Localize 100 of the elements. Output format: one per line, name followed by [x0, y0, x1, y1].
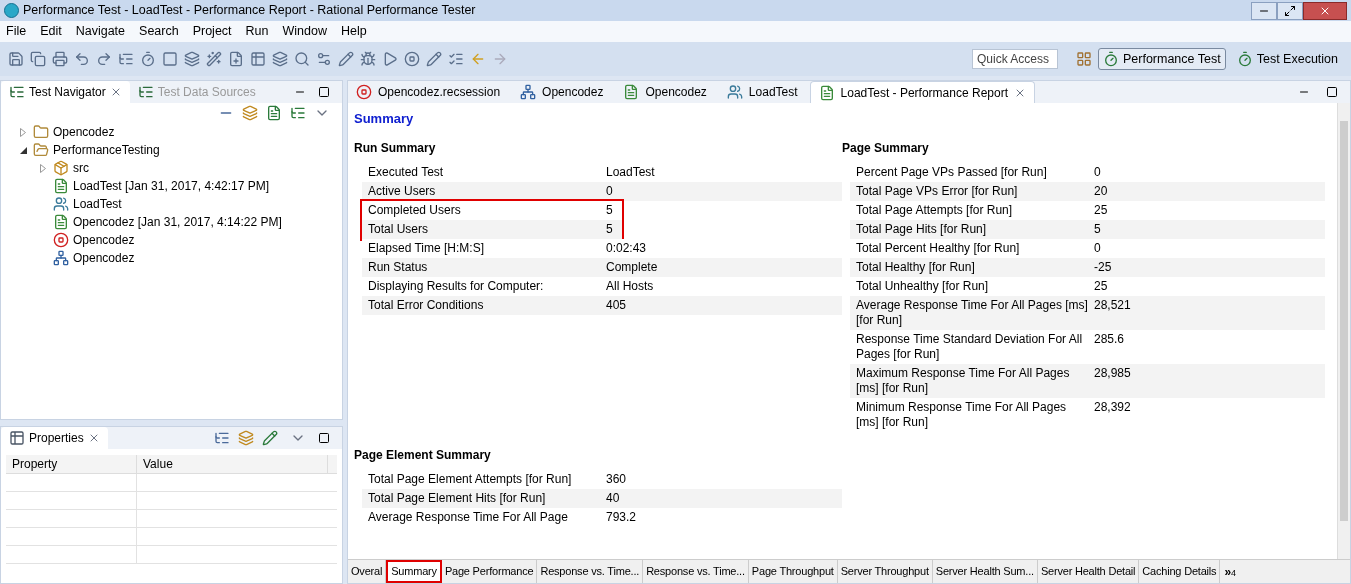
- row-label: Average Response Time For All Page: [367, 508, 569, 526]
- menu-item[interactable]: Search: [139, 22, 179, 41]
- row-value: LoadTest: [605, 163, 655, 181]
- toolbar-icon[interactable]: [96, 51, 112, 67]
- toolbar-icon[interactable]: [184, 51, 200, 67]
- row-label: Displaying Results for Computer:: [367, 277, 545, 295]
- editor-tab[interactable]: LoadTest - Performance Report: [809, 81, 1035, 103]
- folder-icon: [33, 124, 49, 140]
- maximize-icon[interactable]: [1326, 86, 1338, 98]
- row-label: Maximum Response Time For All Pages [ms] [for Run]: [855, 364, 1071, 397]
- toolbar-icon[interactable]: [118, 51, 134, 67]
- row-label: Response Time Standard Deviation For All Pages [for Run]: [855, 330, 1084, 363]
- menu-item[interactable]: Edit: [40, 22, 62, 41]
- tree-item[interactable]: Opencodez [Jan 31, 2017, 4:14:22 PM]: [73, 213, 282, 231]
- row-value: 285.6: [1093, 330, 1125, 348]
- report-tab[interactable]: Server Health Detail: [1037, 560, 1140, 583]
- menu-item[interactable]: Navigate: [75, 22, 126, 41]
- maximize-button[interactable]: [1277, 1, 1303, 20]
- tree-item[interactable]: Opencodez: [73, 249, 135, 267]
- editor-tab[interactable]: Opencodez.recsession: [348, 81, 509, 103]
- menu-item[interactable]: Help: [340, 22, 367, 41]
- column-header[interactable]: Value: [137, 455, 328, 473]
- tree-item[interactable]: Opencodez: [53, 123, 115, 141]
- record-icon: [53, 232, 69, 248]
- toolbar-icon[interactable]: [338, 51, 354, 67]
- perspective-button[interactable]: Test Execution: [1231, 48, 1343, 70]
- tree-item[interactable]: src: [73, 159, 89, 177]
- toolbar-icon[interactable]: [316, 51, 332, 67]
- report-tab[interactable]: Server Throughput: [837, 560, 933, 583]
- row-value: 793.2: [605, 508, 637, 526]
- toolbar-icon[interactable]: [426, 51, 442, 67]
- column-header[interactable]: Property: [6, 455, 137, 473]
- view-tab[interactable]: Properties: [1, 427, 108, 449]
- report-tab[interactable]: Server Health Sum...: [932, 560, 1038, 583]
- report-tab[interactable]: Response vs. Time...: [537, 560, 644, 583]
- report-title: Summary: [354, 110, 415, 128]
- maximize-icon[interactable]: [318, 86, 330, 98]
- toolbar-icon[interactable]: [448, 51, 464, 67]
- document-icon: [53, 178, 69, 194]
- maximize-icon[interactable]: [318, 432, 330, 444]
- row-value: 0:02:43: [605, 239, 647, 257]
- report-tab[interactable]: Caching Details: [1139, 560, 1221, 583]
- menu-item[interactable]: File: [6, 22, 27, 41]
- menu-item[interactable]: Project: [192, 22, 232, 41]
- overflow-indicator[interactable]: »4: [1220, 560, 1241, 583]
- row-label: Total Unhealthy [for Run]: [855, 277, 990, 295]
- report-tab[interactable]: Response vs. Time...: [643, 560, 749, 583]
- perspective-button[interactable]: Performance Test: [1097, 48, 1226, 70]
- toolbar-icon[interactable]: [404, 51, 420, 67]
- row-label: Minimum Response Time For All Pages [ms] [for Run]: [855, 398, 1068, 431]
- stopwatch-icon: [1236, 51, 1253, 67]
- row-label: Elapsed Time [H:M:S]: [367, 239, 486, 257]
- menu-item[interactable]: Run: [245, 22, 269, 41]
- scrollbar[interactable]: [1337, 103, 1350, 559]
- toolbar-icon[interactable]: [30, 51, 46, 67]
- menu-item[interactable]: Window: [282, 22, 327, 41]
- toolbar-icon[interactable]: [228, 51, 244, 67]
- toolbar-icon[interactable]: [250, 51, 266, 67]
- toolbar-icon[interactable]: [74, 51, 90, 67]
- toolbar-icon[interactable]: [8, 51, 24, 67]
- row-label: Total Page Element Hits [for Run]: [367, 489, 547, 507]
- editor-tab[interactable]: LoadTest: [718, 81, 806, 103]
- toolbar-icon[interactable]: [162, 51, 178, 67]
- view-tab[interactable]: Test Navigator: [1, 81, 130, 103]
- toolbar-icon[interactable]: [382, 51, 398, 67]
- toolbar-icon[interactable]: [294, 51, 310, 67]
- minimize-button[interactable]: [1251, 1, 1277, 20]
- row-label: Total Page VPs Error [for Run]: [855, 182, 1019, 200]
- document-icon: [53, 214, 69, 230]
- expand-arrow-icon[interactable]: [40, 163, 46, 173]
- editor-tab[interactable]: Opencodez: [615, 81, 715, 103]
- quick-access-field[interactable]: Quick Access: [971, 49, 1058, 69]
- toolbar-icon[interactable]: [360, 51, 376, 67]
- toolbar-icon[interactable]: [206, 51, 222, 67]
- toolbar-icon[interactable]: [52, 51, 68, 67]
- collapse-arrow-icon[interactable]: [19, 146, 27, 154]
- row-label: Total Page Hits [for Run]: [855, 220, 988, 238]
- report-tab[interactable]: Page Throughput: [748, 560, 838, 583]
- close-button[interactable]: [1303, 1, 1347, 20]
- tree-item[interactable]: LoadTest [Jan 31, 2017, 4:42:17 PM]: [73, 177, 270, 195]
- tree-item[interactable]: PerformanceTesting: [53, 141, 160, 159]
- expand-arrow-icon[interactable]: [20, 127, 26, 137]
- maximize-icon: [1284, 4, 1296, 17]
- toolbar-icon[interactable]: [140, 51, 156, 67]
- toolbar-icon[interactable]: [272, 51, 288, 67]
- editor-tab[interactable]: Opencodez: [512, 81, 612, 103]
- categories-icon[interactable]: [214, 430, 230, 446]
- row-value: 40: [605, 489, 620, 507]
- tree-item[interactable]: LoadTest: [73, 195, 122, 213]
- section-heading: Run Summary: [354, 139, 437, 157]
- row-value: 5: [605, 201, 613, 219]
- report-tab[interactable]: Summary: [386, 560, 442, 583]
- tree-item[interactable]: Opencodez: [73, 231, 135, 249]
- report-tab[interactable]: Page Performance: [441, 560, 538, 583]
- users-icon: [53, 196, 69, 212]
- row-label: Total Page Attempts [for Run]: [855, 201, 1014, 219]
- tree-mode-icon[interactable]: [290, 105, 306, 121]
- document-icon: [623, 84, 640, 100]
- row-value: 28,521: [1093, 296, 1131, 314]
- row-label: Total Users: [367, 220, 430, 238]
